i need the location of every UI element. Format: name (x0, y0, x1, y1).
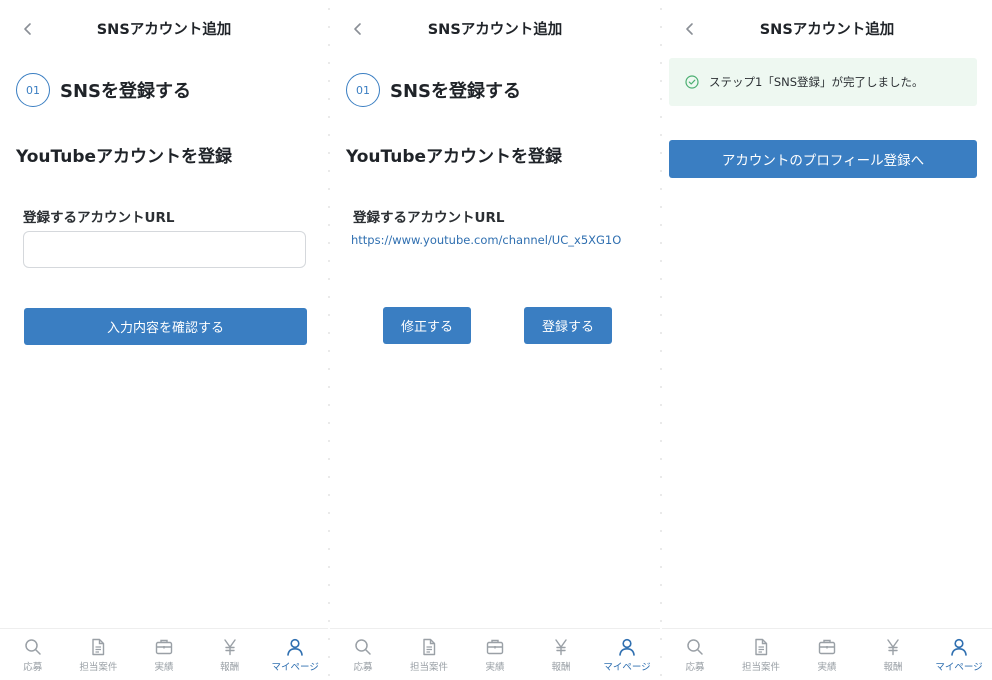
page-title: SNSアカウント追加 (96, 22, 232, 38)
bottom-tab-bar: 応募 担当案件 実績 報酬 マイページ (0, 628, 328, 680)
screen-register-confirm: SNSアカウント追加 01 SNSを登録する YouTubeアカウントを登録 登… (330, 0, 660, 680)
tab-assigned[interactable]: 担当案件 (396, 629, 462, 680)
tab-label: 報酬 (220, 662, 240, 673)
account-url-input[interactable] (23, 231, 306, 268)
screen-register-input: SNSアカウント追加 01 SNSを登録する YouTubeアカウントを登録 登… (0, 0, 328, 680)
briefcase-icon (818, 639, 836, 655)
bottom-tab-bar: 応募 担当案件 実績 報酬 マイページ (330, 628, 660, 680)
tab-label: マイページ (935, 662, 983, 673)
screen-register-complete: SNSアカウント追加 ステップ1「SNS登録」が完了しました。 アカウントのプロ… (662, 0, 992, 680)
page-title: SNSアカウント追加 (759, 22, 895, 38)
step-number-badge: 01 (346, 73, 380, 107)
tab-reward[interactable]: 報酬 (528, 629, 594, 680)
step-number-badge: 01 (16, 73, 50, 107)
tab-apply[interactable]: 応募 (330, 629, 396, 680)
step-title: SNSを登録する (390, 81, 521, 102)
section-title: YouTubeアカウントを登録 (16, 147, 233, 167)
yen-icon (555, 639, 567, 656)
tab-label: 実績 (485, 662, 505, 673)
tab-label: 応募 (685, 662, 705, 673)
account-url-label: 登録するアカウントURL (23, 210, 175, 226)
tab-label: 報酬 (883, 662, 903, 673)
tab-assigned[interactable]: 担当案件 (66, 629, 132, 680)
tab-results[interactable]: 実績 (794, 629, 860, 680)
tab-label: 担当案件 (409, 662, 448, 673)
yen-icon (887, 639, 899, 656)
tab-apply[interactable]: 応募 (662, 629, 728, 680)
search-icon (687, 639, 703, 655)
person-icon (287, 638, 303, 656)
edit-button[interactable]: 修正する (383, 307, 471, 344)
bottom-tab-bar: 応募 担当案件 実績 報酬 マイページ (662, 628, 992, 680)
profile-register-button[interactable]: アカウントのプロフィール登録へ (669, 140, 977, 178)
tab-label: マイページ (271, 662, 319, 673)
account-url-value: https://www.youtube.com/channel/UC_x5XG1… (351, 233, 622, 247)
tab-apply[interactable]: 応募 (0, 629, 66, 680)
page-title: SNSアカウント追加 (427, 22, 563, 38)
briefcase-icon (486, 639, 504, 655)
tab-label: 担当案件 (741, 662, 780, 673)
check-circle-icon (685, 75, 699, 89)
header: SNSアカウント追加 (662, 0, 992, 58)
account-url-label: 登録するアカウントURL (353, 210, 505, 226)
step-indicator: 01 SNSを登録する (16, 73, 191, 107)
tab-label: 担当案件 (79, 662, 118, 673)
tab-label: マイページ (603, 662, 651, 673)
briefcase-icon (155, 639, 173, 655)
document-icon (92, 638, 105, 656)
header: SNSアカウント追加 (330, 0, 660, 58)
tab-mypage[interactable]: マイページ (926, 629, 992, 680)
yen-icon (223, 639, 236, 656)
tab-mypage[interactable]: マイページ (262, 629, 328, 680)
step-title: SNSを登録する (60, 81, 191, 102)
search-icon (25, 639, 41, 655)
search-icon (355, 639, 371, 655)
success-notice: ステップ1「SNS登録」が完了しました。 (669, 58, 977, 106)
success-message: ステップ1「SNS登録」が完了しました。 (709, 75, 924, 89)
app-stage: SNSアカウント追加 01 SNSを登録する YouTubeアカウントを登録 登… (0, 0, 992, 680)
tab-reward[interactable]: 報酬 (860, 629, 926, 680)
document-icon (755, 638, 768, 656)
tab-mypage[interactable]: マイページ (594, 629, 660, 680)
tab-label: 応募 (353, 662, 373, 673)
tab-label: 実績 (154, 662, 174, 673)
tab-label: 実績 (817, 662, 837, 673)
person-icon (619, 638, 635, 656)
confirm-input-button[interactable]: 入力内容を確認する (24, 308, 307, 345)
tab-assigned[interactable]: 担当案件 (728, 629, 794, 680)
person-icon (951, 638, 967, 656)
register-button[interactable]: 登録する (524, 307, 612, 344)
tab-label: 報酬 (551, 662, 571, 673)
tab-reward[interactable]: 報酬 (197, 629, 263, 680)
document-icon (423, 638, 436, 656)
header: SNSアカウント追加 (0, 0, 328, 58)
tab-results[interactable]: 実績 (131, 629, 197, 680)
section-title: YouTubeアカウントを登録 (346, 147, 563, 167)
step-indicator: 01 SNSを登録する (346, 73, 521, 107)
tab-results[interactable]: 実績 (462, 629, 528, 680)
tab-label: 応募 (23, 662, 43, 673)
